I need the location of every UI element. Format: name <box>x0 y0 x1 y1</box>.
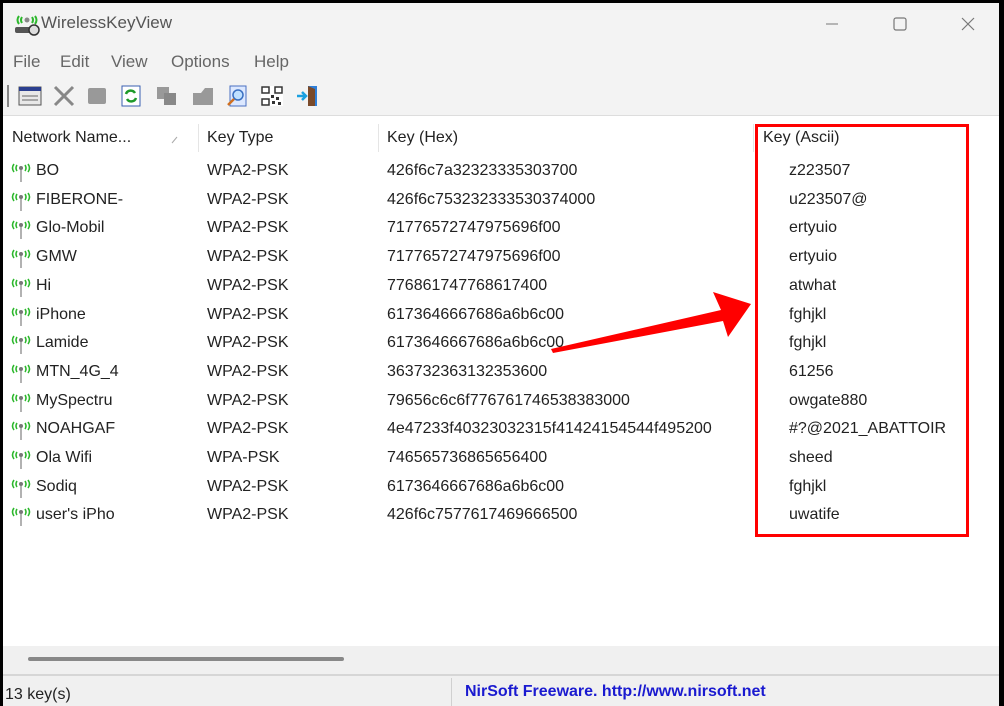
column-divider[interactable] <box>378 124 379 152</box>
wireless-key-app-icon <box>15 15 40 36</box>
network-name: Hi <box>36 276 52 294</box>
copy-icon[interactable] <box>155 85 179 107</box>
wireless-network-icon <box>11 421 31 441</box>
network-name: NOAHGAF <box>36 420 116 438</box>
network-name: Glo-Mobil <box>36 219 105 237</box>
qr-code-icon[interactable] <box>260 85 284 107</box>
refresh-icon[interactable] <box>119 85 143 107</box>
column-divider[interactable] <box>753 124 754 152</box>
status-bar: 13 key(s) NirSoft Freeware. http://www.n… <box>3 674 999 706</box>
network-name: BO <box>36 162 60 179</box>
network-name: user's iPho <box>36 506 115 524</box>
network-name: GMW <box>36 248 77 266</box>
network-name: MySpectru <box>36 391 113 409</box>
key-type: WPA2-PSK <box>207 362 289 380</box>
column-divider[interactable] <box>198 124 199 152</box>
key-hex: 4e47233f40323032315f41424154544f495200 <box>387 420 712 438</box>
key-type: WPA2-PSK <box>207 305 289 323</box>
wireless-network-icon <box>11 307 31 326</box>
title-bar: WirelessKeyView <box>3 3 999 45</box>
key-hex: 426f6c753232333530374000 <box>387 190 596 208</box>
key-type: WPA2-PSK <box>207 420 289 438</box>
network-name: Sodiq <box>36 477 77 495</box>
wireless-network-icon <box>11 163 31 182</box>
toolbar <box>3 75 999 116</box>
stop-icon[interactable] <box>85 85 109 107</box>
key-hex: 746565736865656400 <box>387 449 548 466</box>
delete-icon[interactable] <box>52 85 76 107</box>
status-divider <box>451 678 452 706</box>
wireless-network-icon <box>11 192 31 211</box>
minimize-button[interactable] <box>809 3 855 45</box>
find-icon[interactable] <box>225 85 249 107</box>
maximize-button[interactable] <box>877 3 923 45</box>
toolbar-separator <box>7 85 9 107</box>
nirsoft-link[interactable]: NirSoft Freeware. http://www.nirsoft.net <box>465 683 766 701</box>
key-type: WPA2-PSK <box>207 248 289 266</box>
scrollbar-thumb[interactable] <box>28 657 344 661</box>
column-header-key-hex[interactable]: Key (Hex) <box>387 121 458 155</box>
properties-icon[interactable] <box>18 85 42 107</box>
key-hex: 79656c6c6f776761746538383000 <box>387 391 630 409</box>
wireless-network-icon <box>11 479 31 498</box>
menu-help[interactable]: Help <box>254 52 289 72</box>
key-hex: 426f6c7577617469666500 <box>387 506 578 524</box>
network-name: Lamide <box>36 334 89 352</box>
key-type: WPA-PSK <box>207 449 280 466</box>
key-hex: 6173646667686a6b6c00 <box>387 305 565 323</box>
column-header-network-name[interactable]: Network Name... <box>12 121 131 155</box>
menu-options[interactable]: Options <box>171 52 230 72</box>
sort-indicator-icon <box>171 136 178 144</box>
app-window: WirelessKeyView File Edit View Options H… <box>3 3 999 706</box>
key-hex: 363732363132353600 <box>387 362 548 380</box>
key-hex: 71776572747975696f00 <box>387 248 561 266</box>
wireless-network-icon <box>11 278 31 297</box>
menu-edit[interactable]: Edit <box>60 52 89 72</box>
minimize-icon <box>826 23 838 25</box>
wireless-network-icon <box>11 335 31 355</box>
key-hex: 426f6c7a32323335303700 <box>387 162 578 179</box>
wireless-network-icon <box>11 450 31 469</box>
horizontal-scrollbar[interactable] <box>3 646 999 674</box>
window-title: WirelessKeyView <box>41 13 173 32</box>
annotation-highlight-box <box>755 124 969 537</box>
network-name: Ola Wifi <box>36 449 92 466</box>
key-hex: 71776572747975696f00 <box>387 219 561 237</box>
maximize-icon <box>893 17 907 31</box>
menu-view[interactable]: View <box>111 52 148 72</box>
menu-bar: File Edit View Options Help <box>3 45 999 75</box>
menu-file[interactable]: File <box>13 52 40 72</box>
wireless-network-icon <box>11 249 31 269</box>
wireless-network-icon <box>11 507 31 527</box>
wireless-network-icon <box>11 393 31 412</box>
key-type: WPA2-PSK <box>207 219 289 237</box>
key-type: WPA2-PSK <box>207 334 289 352</box>
key-type: WPA2-PSK <box>207 477 289 495</box>
close-button[interactable] <box>945 3 991 45</box>
key-type: WPA2-PSK <box>207 190 289 208</box>
exit-icon[interactable] <box>296 85 320 107</box>
key-type: WPA2-PSK <box>207 391 289 409</box>
close-icon <box>961 17 975 31</box>
key-hex: 776861747768617400 <box>387 276 548 294</box>
wireless-network-icon <box>11 220 31 240</box>
key-type: WPA2-PSK <box>207 276 289 294</box>
network-name: MTN_4G_4 <box>36 362 119 380</box>
export-icon[interactable] <box>191 85 215 107</box>
key-hex: 6173646667686a6b6c00 <box>387 334 565 352</box>
key-hex: 6173646667686a6b6c00 <box>387 477 565 495</box>
network-name: iPhone <box>36 305 86 323</box>
key-count: 13 key(s) <box>5 686 71 703</box>
wireless-network-icon <box>11 364 31 383</box>
column-header-key-type[interactable]: Key Type <box>207 121 273 155</box>
key-type: WPA2-PSK <box>207 162 289 179</box>
network-name: FIBERONE- <box>36 190 123 208</box>
key-type: WPA2-PSK <box>207 506 289 524</box>
